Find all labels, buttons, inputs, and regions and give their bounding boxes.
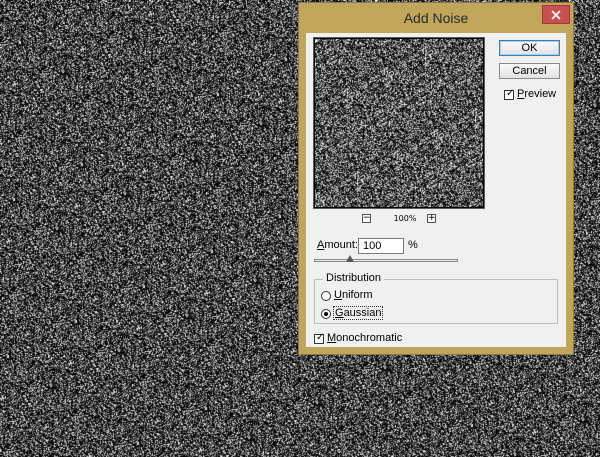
checkmark-icon: ✓ (506, 88, 515, 99)
amount-label: Amount: (317, 239, 358, 251)
amount-unit: % (408, 239, 418, 251)
add-noise-dialog: Add Noise − 100% + OK Cancel ✓ Preview A… (298, 2, 574, 355)
dialog-body: − 100% + OK Cancel ✓ Preview Amount: % D… (306, 33, 566, 347)
close-button[interactable] (542, 5, 570, 24)
monochromatic-label-mnemonic: M (327, 332, 337, 344)
gaussian-label[interactable]: Gaussian (333, 306, 384, 320)
radio-uniform[interactable] (321, 291, 331, 301)
cancel-button[interactable]: Cancel (499, 63, 560, 79)
zoom-in-button[interactable]: + (427, 214, 436, 223)
preview-label-rest: review (524, 88, 557, 100)
distribution-legend: Distribution (323, 272, 385, 284)
radio-gaussian[interactable] (321, 309, 331, 319)
close-icon (551, 9, 561, 20)
checkmark-icon: ✓ (316, 332, 325, 343)
ok-button[interactable]: OK (499, 40, 560, 56)
amount-label-rest: mount: (324, 239, 358, 251)
gaussian-focus-rect: Gaussian (333, 306, 384, 320)
preview-noise-image (315, 39, 483, 207)
radio-selected-dot (324, 312, 328, 316)
zoom-out-button[interactable]: − (362, 214, 371, 223)
zoom-level: 100% (393, 214, 417, 223)
amount-slider-thumb[interactable] (346, 255, 354, 262)
dialog-title: Add Noise (403, 10, 469, 26)
dialog-title-bar[interactable]: Add Noise (299, 3, 573, 33)
amount-slider-track[interactable] (314, 259, 458, 262)
preview-label[interactable]: Preview (517, 88, 556, 100)
gaussian-label-mnemonic: G (335, 307, 344, 319)
preview-checkbox[interactable]: ✓ (504, 88, 515, 100)
monochromatic-label[interactable]: Monochromatic (327, 332, 402, 344)
monochromatic-label-rest: onochromatic (336, 332, 403, 344)
uniform-label[interactable]: Uniform (334, 289, 373, 301)
uniform-label-rest: niform (341, 289, 373, 301)
gaussian-label-rest: aussian (343, 307, 382, 319)
uniform-label-mnemonic: U (334, 289, 342, 301)
preview-window[interactable] (313, 37, 485, 209)
monochromatic-checkbox[interactable]: ✓ (314, 332, 325, 344)
amount-input[interactable] (358, 238, 404, 254)
